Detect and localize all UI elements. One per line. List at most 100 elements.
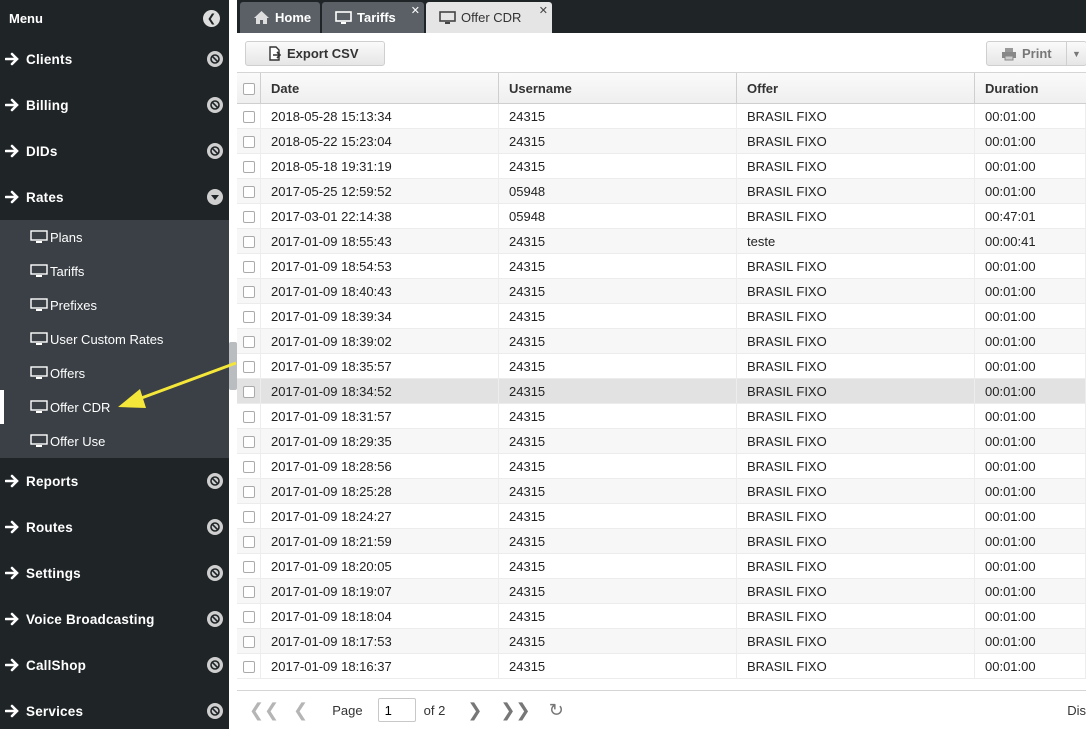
table-row[interactable]: 2017-01-09 18:39:02 24315 BRASIL FIXO 00:01… (237, 329, 1086, 354)
page-number-input[interactable] (377, 698, 416, 722)
column-header-date[interactable]: Date (261, 73, 499, 104)
row-checkbox[interactable] (243, 610, 255, 623)
row-checkbox[interactable] (243, 510, 255, 523)
table-row[interactable]: 2017-01-09 18:20:05 24315 BRASIL FIXO 00:01… (237, 554, 1086, 579)
prev-page-icon[interactable]: ❮ (293, 700, 308, 721)
refresh-icon[interactable]: ↻ (549, 700, 564, 721)
table-row[interactable]: 2017-01-09 18:39:34 24315 BRASIL FIXO 00:01… (237, 304, 1086, 329)
row-checkbox[interactable] (243, 360, 255, 373)
row-checkbox[interactable] (243, 635, 255, 648)
sidebar-section-routes[interactable]: Routes (0, 504, 229, 550)
table-row[interactable]: 2017-01-09 18:40:43 24315 BRASIL FIXO 00:01… (237, 279, 1086, 304)
collapsed-indicator-icon[interactable] (207, 611, 223, 627)
tab-home[interactable]: Home (240, 2, 320, 33)
table-row[interactable]: 2017-05-25 12:59:52 05948 BRASIL FIXO 00:01… (237, 179, 1086, 204)
sidebar-section-billing[interactable]: Billing (0, 82, 229, 128)
collapsed-indicator-icon[interactable] (207, 473, 223, 489)
row-checkbox[interactable] (243, 385, 255, 398)
select-all-checkbox[interactable] (243, 82, 255, 95)
collapsed-indicator-icon[interactable] (207, 519, 223, 535)
table-row[interactable]: 2017-01-09 18:55:43 24315 teste 00:00:41 (237, 229, 1086, 254)
collapsed-indicator-icon[interactable] (207, 51, 223, 67)
sidebar-section-settings[interactable]: Settings (0, 550, 229, 596)
sidebar-item-tariffs[interactable]: Tariffs (0, 254, 229, 288)
expanded-indicator-icon[interactable] (207, 189, 223, 205)
collapsed-indicator-icon[interactable] (207, 97, 223, 113)
tab-offer-cdr[interactable]: Offer CDR ✕ (426, 2, 552, 33)
row-checkbox[interactable] (243, 310, 255, 323)
next-page-icon[interactable]: ❯ (467, 700, 482, 721)
row-checkbox[interactable] (243, 185, 255, 198)
row-checkbox[interactable] (243, 535, 255, 548)
sidebar-section-reports[interactable]: Reports (0, 458, 229, 504)
table-row[interactable]: 2017-01-09 18:21:59 24315 BRASIL FIXO 00:01… (237, 529, 1086, 554)
table-row[interactable]: 2017-01-09 18:18:04 24315 BRASIL FIXO 00:01… (237, 604, 1086, 629)
sidebar-item-offers[interactable]: Offers (0, 356, 229, 390)
table-row[interactable]: 2017-01-09 18:34:52 24315 BRASIL FIXO 00:01… (237, 379, 1086, 404)
sidebar-item-offer-use[interactable]: Offer Use (0, 424, 229, 458)
row-checkbox[interactable] (243, 135, 255, 148)
table-row[interactable]: 2017-01-09 18:31:57 24315 BRASIL FIXO 00:01… (237, 404, 1086, 429)
table-row[interactable]: 2017-01-09 18:16:37 24315 BRASIL FIXO 00:01… (237, 654, 1086, 679)
table-row[interactable]: 2017-01-09 18:17:53 24315 BRASIL FIXO 00:01… (237, 629, 1086, 654)
table-row[interactable]: 2018-05-28 15:13:34 24315 BRASIL FIXO 00:01… (237, 104, 1086, 129)
tab-tariffs[interactable]: Tariffs ✕ (322, 2, 424, 33)
table-row[interactable]: 2017-01-09 18:54:53 24315 BRASIL FIXO 00:01… (237, 254, 1086, 279)
table-row[interactable]: 2017-01-09 18:35:57 24315 BRASIL FIXO 00:01… (237, 354, 1086, 379)
sidebar-section-voice-broadcasting[interactable]: Voice Broadcasting (0, 596, 229, 642)
table-row[interactable]: 2017-01-09 18:24:27 24315 BRASIL FIXO 00:01… (237, 504, 1086, 529)
close-tab-icon[interactable]: ✕ (539, 4, 548, 17)
collapsed-indicator-icon[interactable] (207, 703, 223, 719)
row-checkbox[interactable] (243, 410, 255, 423)
collapse-menu-icon[interactable]: ❮ (203, 9, 220, 27)
row-checkbox[interactable] (243, 660, 255, 673)
column-header-duration[interactable]: Duration (975, 73, 1086, 104)
table-row[interactable]: 2017-01-09 18:29:35 24315 BRASIL FIXO 00:01… (237, 429, 1086, 454)
table-row[interactable]: 2017-01-09 18:25:28 24315 BRASIL FIXO 00:01… (237, 479, 1086, 504)
row-checkbox[interactable] (243, 585, 255, 598)
row-checkbox[interactable] (243, 560, 255, 573)
sidebar-section-dids[interactable]: DIDs (0, 128, 229, 174)
first-page-icon[interactable]: ❮❮ (249, 700, 279, 721)
row-checkbox[interactable] (243, 210, 255, 223)
last-page-icon[interactable]: ❯❯ (500, 700, 530, 721)
sidebar-section-callshop[interactable]: CallShop (0, 642, 229, 688)
table-row[interactable]: 2017-01-09 18:28:56 24315 BRASIL FIXO 00:01… (237, 454, 1086, 479)
row-checkbox[interactable] (243, 285, 255, 298)
table-row[interactable]: 2018-05-22 15:23:04 24315 BRASIL FIXO 00:01… (237, 129, 1086, 154)
collapsed-indicator-icon[interactable] (207, 143, 223, 159)
row-checkbox[interactable] (243, 110, 255, 123)
username-cell: 24315 (499, 504, 737, 529)
column-header-username[interactable]: Username (499, 73, 737, 104)
splitter-handle[interactable] (229, 342, 237, 390)
row-checkbox[interactable] (243, 435, 255, 448)
print-button[interactable]: Print ▼ (986, 41, 1086, 66)
sidebar: Menu ❮ Clients Billing DIDs Rates Plans Tarif… (0, 0, 229, 729)
table-row[interactable]: 2017-03-01 22:14:38 05948 BRASIL FIXO 00:47… (237, 204, 1086, 229)
row-checkbox[interactable] (243, 160, 255, 173)
sidebar-section-clients[interactable]: Clients (0, 36, 229, 82)
sidebar-item-plans[interactable]: Plans (0, 220, 229, 254)
sidebar-section-services[interactable]: Services (0, 688, 229, 729)
column-header-offer[interactable]: Offer (737, 73, 975, 104)
print-dropdown-icon[interactable]: ▼ (1066, 42, 1086, 65)
collapsed-indicator-icon[interactable] (207, 657, 223, 673)
splitter[interactable] (229, 0, 237, 729)
sidebar-item-offer-cdr[interactable]: Offer CDR (0, 390, 229, 424)
collapsed-indicator-icon[interactable] (207, 565, 223, 581)
row-checkbox[interactable] (243, 260, 255, 273)
row-checkbox[interactable] (243, 460, 255, 473)
arrow-right-icon (4, 189, 20, 205)
sidebar-section-rates[interactable]: Rates (0, 174, 229, 220)
export-csv-button[interactable]: Export CSV (245, 41, 385, 66)
sidebar-item-user-custom-rates[interactable]: User Custom Rates (0, 322, 229, 356)
table-row[interactable]: 2017-01-09 18:19:07 24315 BRASIL FIXO 00:01… (237, 579, 1086, 604)
table-row[interactable]: 2018-05-18 19:31:19 24315 BRASIL FIXO 00:01… (237, 154, 1086, 179)
toolbar: Export CSV Print ▼ (237, 33, 1086, 73)
close-tab-icon[interactable]: ✕ (411, 4, 420, 17)
row-checkbox[interactable] (243, 485, 255, 498)
row-checkbox[interactable] (243, 335, 255, 348)
duration-cell: 00:01:00 (975, 629, 1086, 654)
row-checkbox[interactable] (243, 235, 255, 248)
sidebar-item-prefixes[interactable]: Prefixes (0, 288, 229, 322)
